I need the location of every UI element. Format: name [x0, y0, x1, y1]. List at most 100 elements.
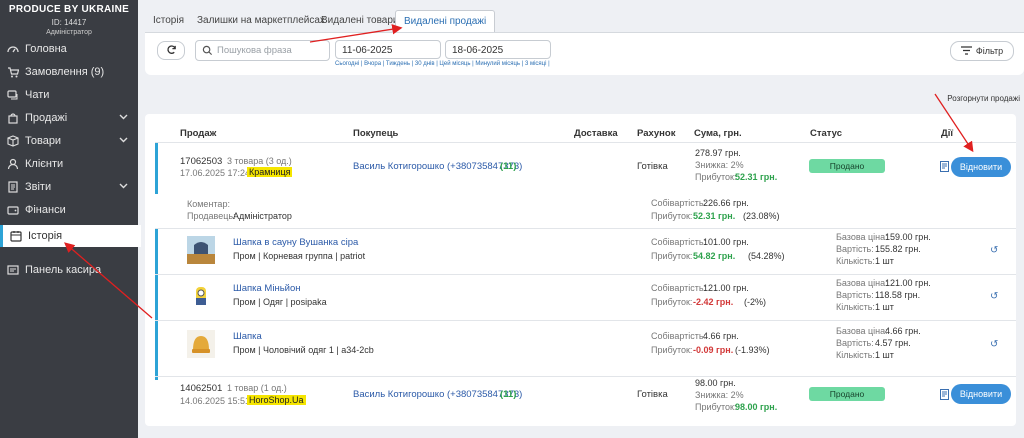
sidebar-item-label: Клієнти — [25, 158, 64, 170]
qty-label: Кількість: — [836, 256, 875, 266]
list-item: Шапка Пром | Чоловічий одяг 1 | a34-2cb … — [155, 322, 1016, 372]
item-path: Пром | Чоловічий одяг 1 | a34-2cb — [233, 345, 374, 355]
item-base-price: 4.66 грн. — [885, 326, 921, 336]
product-image — [187, 282, 215, 310]
buyer-link[interactable]: Василь Котигорошко (+380735847373) — [353, 161, 522, 172]
tab-history[interactable]: Історія — [145, 10, 192, 31]
item-name[interactable]: Шапка — [233, 331, 262, 342]
undo-icon[interactable]: ↺ — [990, 291, 998, 302]
date-from-field[interactable]: 11-06-2025 — [335, 40, 441, 59]
cashier-icon — [6, 263, 20, 277]
search-input[interactable]: Пошукова фраза — [195, 40, 330, 61]
filter-button[interactable]: Фільтр — [950, 41, 1014, 61]
sale-date: 17.06.2025 17:24 — [180, 168, 251, 178]
divider — [155, 142, 1016, 143]
table-row[interactable]: 17062503 3 товара (3 од.) 17.06.2025 17:… — [155, 146, 1016, 192]
chevron-down-icon — [119, 135, 128, 147]
wallet-icon — [6, 203, 20, 217]
undo-icon[interactable]: ↺ — [990, 339, 998, 350]
product-image — [187, 330, 215, 358]
receipt-icon[interactable] — [940, 389, 949, 403]
sidebar-item-label: Товари — [25, 135, 62, 147]
qty-label: Кількість: — [836, 302, 875, 312]
chevron-down-icon — [119, 181, 128, 193]
refresh-button[interactable] — [157, 41, 185, 60]
profit-percent: (23.08%) — [743, 211, 780, 221]
chat-icon — [6, 88, 20, 102]
sale-sum: 278.97 грн. — [695, 148, 741, 158]
profit-label: Прибуток: — [651, 211, 693, 221]
restore-button[interactable]: Відновити — [951, 157, 1011, 177]
item-name[interactable]: Шапка в сауну Вушанка сіра — [233, 237, 358, 248]
sidebar-item-label: Головна — [25, 43, 67, 55]
header-delivery: Доставка — [574, 128, 618, 139]
price-label: Вартість: — [836, 244, 874, 254]
sidebar-item-label: Панель касира — [25, 264, 102, 276]
seller-name: Адміністратор — [233, 211, 292, 221]
item-path: Пром | Одяг | posipaka — [233, 297, 327, 307]
sidebar-item-cashier[interactable]: Панель касира — [0, 259, 138, 281]
sale-discount: Знижка: 2% — [695, 390, 744, 400]
sale-sum: 98.00 грн. — [695, 378, 736, 388]
undo-icon[interactable]: ↺ — [990, 245, 998, 256]
profit-label: Прибуток: — [695, 172, 737, 182]
divider — [155, 228, 1016, 229]
cart-icon — [6, 65, 20, 79]
receipt-icon[interactable] — [940, 161, 949, 175]
sidebar-item-label: Звіти — [25, 181, 52, 193]
buyer-count: (11) — [500, 161, 517, 172]
price-label: Вартість: — [836, 290, 874, 300]
sidebar-item-clients[interactable]: Клієнти — [0, 153, 138, 175]
base-price-label: Базова ціна: — [836, 232, 888, 242]
item-name[interactable]: Шапка Міньйон — [233, 283, 300, 294]
item-profit: 54.82 грн. — [693, 251, 736, 261]
dashboard-icon — [6, 42, 20, 56]
divider — [155, 376, 1016, 377]
expand-sales-link[interactable]: Розгорнути продажі — [947, 94, 1020, 103]
header-buyer: Покупець — [353, 128, 399, 139]
sidebar-item-history[interactable]: Історія — [0, 225, 141, 247]
status-badge: Продано — [809, 387, 885, 401]
cost-label: Собівартість: — [651, 237, 707, 247]
tab-marketplace-stock[interactable]: Залишки на маркетплейсах — [189, 10, 333, 31]
header-actions: Дії — [941, 128, 954, 139]
item-cost: 121.00 грн. — [703, 283, 749, 293]
sidebar-item-home[interactable]: Головна — [0, 38, 138, 60]
item-price: 118.58 грн. — [875, 290, 921, 300]
comment-label: Коментар: — [187, 199, 230, 209]
sidebar-item-orders[interactable]: Замовлення (9) — [0, 61, 138, 83]
list-item: Шапка Міньйон Пром | Одяг | posipaka Соб… — [155, 276, 1016, 320]
restore-button[interactable]: Відновити — [951, 384, 1011, 404]
buyer-link[interactable]: Василь Котигорошко (+380735847373) — [353, 389, 522, 400]
date-to-field[interactable]: 18-06-2025 — [445, 40, 551, 59]
account-role: Адміністратор — [46, 29, 92, 36]
table-row[interactable]: 14062501 1 товар (1 од.) 14.06.2025 15:5… — [155, 378, 1016, 422]
account-id: ID: 14417 — [51, 18, 87, 27]
main-content: Історія Залишки на маркетплейсах Видален… — [145, 0, 1024, 438]
sidebar-item-reports[interactable]: Звіти — [0, 176, 138, 198]
cost-label: Собівартість: — [651, 198, 707, 208]
cost-label: Собівартість: — [651, 331, 707, 341]
search-placeholder: Пошукова фраза — [217, 45, 292, 56]
status-badge: Продано — [809, 159, 885, 173]
cost-value: 226.66 грн. — [703, 198, 749, 208]
user-icon — [6, 157, 20, 171]
tab-deleted-sales[interactable]: Видалені продажі — [395, 10, 496, 32]
item-profit-percent: (-1.93%) — [735, 345, 770, 355]
item-path: Пром | Корневая группа | patriot — [233, 251, 366, 261]
sidebar: PRODUCE BY UKRAINE ID: 14417 Адміністрат… — [0, 0, 141, 438]
sidebar-item-finance[interactable]: Фінанси — [0, 199, 138, 221]
sidebar-item-sales[interactable]: Продажі — [0, 107, 138, 129]
quick-date-ranges[interactable]: Сьогодні | Вчора | Тиждень | 30 днів | Ц… — [335, 61, 550, 67]
account: Готівка — [637, 161, 668, 172]
item-cost: 4.66 грн. — [703, 331, 739, 341]
sale-detail: Коментар: Продавець: Адміністратор Собів… — [155, 194, 1016, 228]
base-price-label: Базова ціна: — [836, 278, 888, 288]
sidebar-item-chats[interactable]: Чати — [0, 84, 138, 106]
sidebar-item-label: Продажі — [25, 112, 68, 124]
profit-label: Прибуток: — [695, 402, 737, 412]
sidebar-item-products[interactable]: Товари — [0, 130, 138, 152]
tab-deleted-products[interactable]: Видалені товари — [313, 10, 407, 31]
sale-date: 14.06.2025 15:51 — [180, 396, 251, 406]
sidebar-item-label: Фінанси — [25, 204, 66, 216]
